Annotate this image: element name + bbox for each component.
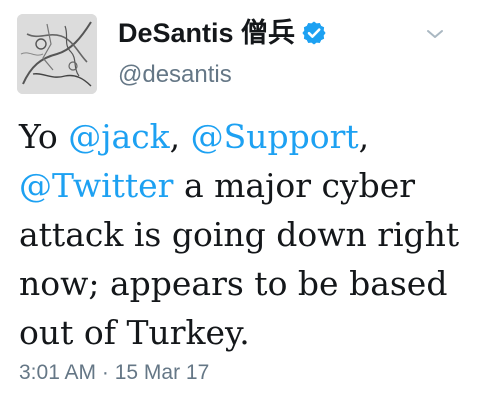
tweet-timestamp[interactable]: 3:01 AM · 15 Mar 17	[19, 360, 209, 386]
tweet-text-segment: Yo	[19, 117, 69, 156]
avatar-sketch-icon	[17, 14, 97, 94]
tweet-text-segment: ,	[169, 117, 191, 156]
avatar[interactable]	[17, 14, 97, 94]
tweet-text-segment: ,	[358, 117, 370, 156]
mention-link-twitter[interactable]: @Twitter	[19, 166, 173, 205]
mention-link-jack[interactable]: @jack	[68, 117, 169, 156]
author-handle[interactable]: @desantis	[118, 60, 232, 90]
tweet-text: Yo @jack, @Support, @Twitter a major cyb…	[19, 112, 465, 357]
verified-badge-icon	[301, 20, 327, 46]
author-display-name[interactable]: DeSantis 僧兵	[118, 16, 327, 50]
chevron-down-icon[interactable]	[424, 26, 446, 42]
mention-link-support[interactable]: @Support	[191, 117, 359, 156]
display-name-text[interactable]: DeSantis 僧兵	[118, 16, 295, 50]
tweet-card: DeSantis 僧兵 @desantis Yo @jack, @Support…	[0, 0, 480, 400]
